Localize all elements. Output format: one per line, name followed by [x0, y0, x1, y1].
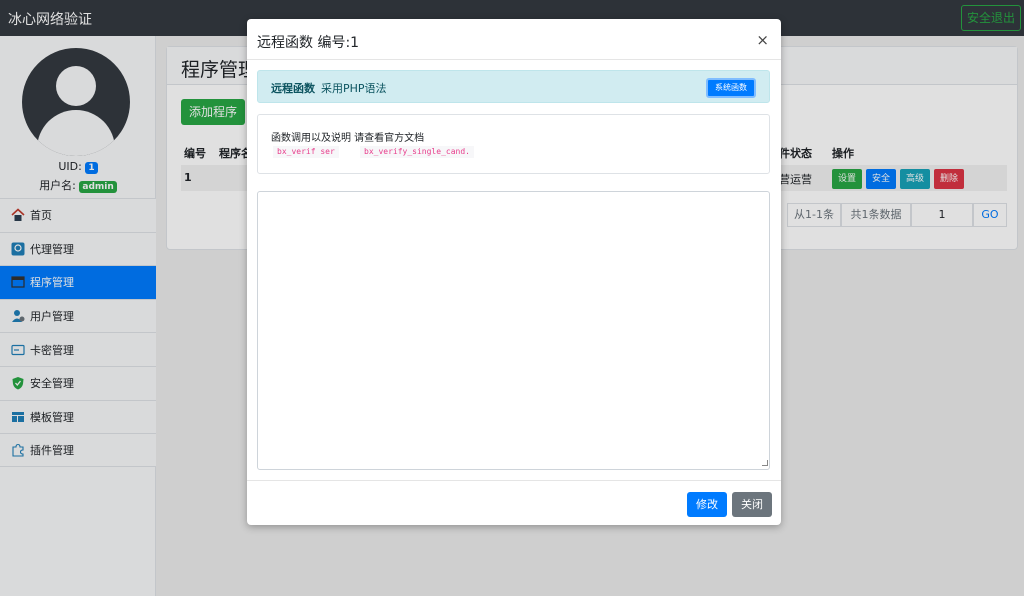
- code-snippet-2: bx_verify_single_cand.: [360, 146, 474, 158]
- alert-title: 远程函数: [271, 82, 315, 95]
- resize-handle[interactable]: [762, 460, 768, 466]
- doc-info-text: 函数调用以及说明 请查看官方文档: [271, 133, 425, 144]
- system-functions-button[interactable]: 系统函数: [706, 78, 756, 98]
- modal-title: 远程函数 编号:1: [257, 35, 360, 51]
- close-button[interactable]: 关闭: [732, 492, 772, 517]
- close-icon[interactable]: ×: [756, 31, 769, 49]
- modal-footer-divider: [247, 480, 781, 481]
- save-button[interactable]: 修改: [687, 492, 727, 517]
- alert-text: 采用PHP语法: [321, 82, 387, 95]
- modal-header-divider: [247, 59, 781, 60]
- code-snippet-1: bx_verif ser: [273, 146, 339, 158]
- doc-info-box: 函数调用以及说明 请查看官方文档 bx_verif ser bx_verify_…: [257, 114, 770, 174]
- function-code-textarea[interactable]: [257, 191, 770, 470]
- remote-function-modal: 远程函数 编号:1 × 远程函数 采用PHP语法 系统函数 函数调用以及说明 请…: [247, 19, 781, 525]
- info-alert: 远程函数 采用PHP语法 系统函数: [257, 70, 770, 103]
